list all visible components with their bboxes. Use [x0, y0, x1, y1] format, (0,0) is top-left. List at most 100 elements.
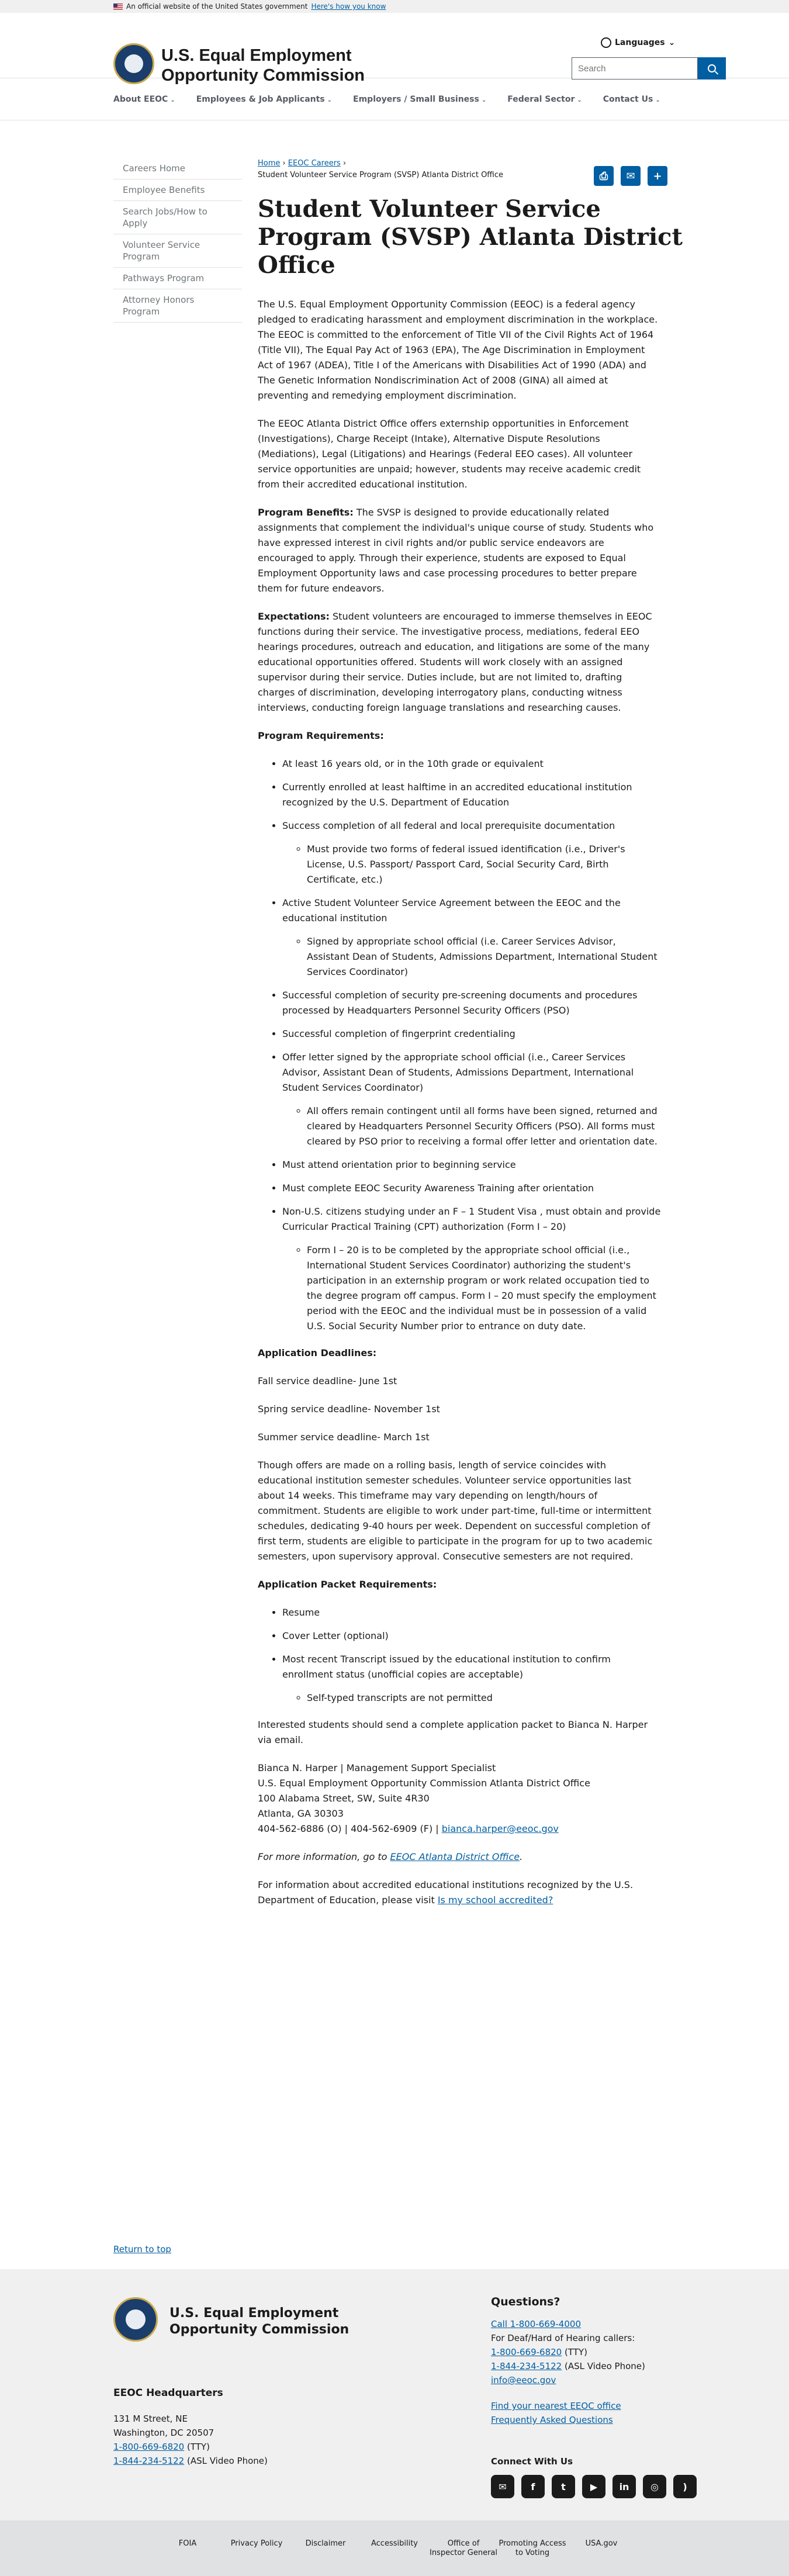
search-form	[572, 57, 726, 79]
eeoc-seal-icon[interactable]	[113, 43, 154, 84]
search-input[interactable]	[572, 57, 698, 79]
globe-icon	[601, 37, 611, 48]
info-email-link[interactable]: info@eeoc.gov	[491, 2375, 556, 2385]
main-nav: About EEOC ⌄ Employees & Job Applicants ⌄ …	[0, 78, 789, 120]
connect-with-us: Connect With Us ✉ f t ▶ in ◎ )	[491, 2456, 697, 2498]
breadcrumb: Home › EEOC Careers ›	[258, 159, 347, 168]
list-item: Must attend orientation prior to beginni…	[282, 1157, 661, 1173]
sidebar-item-attorney-honors[interactable]: Attorney Honors Program	[113, 289, 242, 323]
sub-list-item: Self-typed transcripts are not permitted	[307, 1690, 661, 1706]
accredited-paragraph: For information about accredited educati…	[258, 1879, 634, 1906]
footer-seal-icon[interactable]	[113, 2297, 158, 2342]
faq-link[interactable]: Frequently Asked Questions	[491, 2415, 613, 2425]
instagram-icon[interactable]: ◎	[643, 2475, 666, 2498]
asl-link[interactable]: 1-844-234-5122	[491, 2361, 562, 2371]
sidebar-item-pathways[interactable]: Pathways Program	[113, 268, 242, 289]
benefits-paragraph: Program Benefits: The SVSP is designed t…	[258, 507, 654, 594]
intro-paragraph-1: The U.S. Equal Employment Opportunity Co…	[258, 299, 658, 401]
disclaimer-link[interactable]: Disclaimer	[291, 2539, 360, 2576]
languages-label: Languages	[615, 38, 665, 47]
email-social-icon[interactable]: ✉	[491, 2475, 514, 2498]
list-item: Successful completion of security pre-sc…	[282, 988, 661, 1018]
requirements-list: At least 16 years old, or in the 10th gr…	[258, 756, 661, 1334]
expectations-paragraph: Expectations: Student volunteers are enc…	[258, 611, 652, 713]
deadlines-heading: Application Deadlines:	[258, 1347, 377, 1358]
requirements-heading: Program Requirements:	[258, 730, 384, 741]
nav-employers[interactable]: Employers / Small Business ⌄	[353, 95, 486, 104]
contact-block: Bianca N. Harper | Management Support Sp…	[258, 1762, 590, 1834]
more-info-paragraph: For more information, go to EEOC Atlanta…	[258, 1851, 523, 1862]
us-flag-icon	[113, 3, 123, 10]
rss-icon[interactable]: )	[673, 2475, 697, 2498]
privacy-link[interactable]: Privacy Policy	[222, 2539, 291, 2576]
list-item: At least 16 years old, or in the 10th gr…	[282, 756, 661, 772]
atlanta-office-link[interactable]: EEOC Atlanta District Office	[390, 1851, 520, 1862]
accessibility-link[interactable]: Accessibility	[360, 2539, 429, 2576]
sidebar-item-search-jobs[interactable]: Search Jobs/How to Apply	[113, 201, 242, 234]
footer-questions: Questions? Call 1-800-669-4000 For Deaf/…	[491, 2295, 645, 2425]
youtube-icon[interactable]: ▶	[582, 2475, 605, 2498]
gov-banner-link[interactable]: Here's how you know	[311, 2, 386, 11]
list-item: Success completion of all federal and lo…	[282, 818, 661, 887]
agency-name-line1: U.S. Equal Employment	[161, 46, 352, 65]
linkedin-icon[interactable]: in	[612, 2475, 636, 2498]
search-button[interactable]	[698, 57, 726, 79]
deadline-fall: Fall service deadline- June 1st	[258, 1375, 397, 1386]
footer-agency-name[interactable]: U.S. Equal Employment Opportunity Commiss…	[169, 2305, 349, 2338]
sidebar-item-employee-benefits[interactable]: Employee Benefits	[113, 179, 242, 201]
nav-contact[interactable]: Contact Us ⌄	[603, 95, 660, 104]
sub-list-item: Must provide two forms of federal issued…	[307, 842, 661, 887]
agency-name-line2: Opportunity Commission	[161, 66, 365, 85]
nav-federal[interactable]: Federal Sector ⌄	[507, 95, 582, 104]
sidebar-nav: Careers Home Employee Benefits Search Jo…	[113, 158, 242, 323]
agency-name[interactable]: U.S. Equal Employment Opportunity Commis…	[161, 46, 365, 85]
nav-about[interactable]: About EEOC ⌄	[113, 95, 175, 104]
list-item: Currently enrolled at least halftime in …	[282, 780, 661, 810]
return-to-top-link[interactable]: Return to top	[113, 2244, 171, 2255]
intro-paragraph-2: The EEOC Atlanta District Office offers …	[258, 418, 641, 490]
packet-list: Resume Cover Letter (optional) Most rece…	[258, 1605, 661, 1706]
list-item: Must complete EEOC Security Awareness Tr…	[282, 1181, 661, 1196]
usa-gov-link[interactable]: USA.gov	[567, 2539, 636, 2576]
send-paragraph: Interested students should send a comple…	[258, 1719, 648, 1745]
accredited-link[interactable]: Is my school accredited?	[438, 1894, 553, 1906]
hq-tty-link[interactable]: 1-800-669-6820	[113, 2442, 184, 2452]
breadcrumb-careers[interactable]: EEOC Careers	[288, 159, 341, 168]
packet-heading: Application Packet Requirements:	[258, 1579, 437, 1590]
bottom-links: FOIA Privacy Policy Disclaimer Accessibi…	[0, 2520, 789, 2576]
voting-link[interactable]: Promoting Access to Voting	[498, 2539, 567, 2576]
contact-email-link[interactable]: bianca.harper@eeoc.gov	[442, 1823, 559, 1834]
nav-employees[interactable]: Employees & Job Applicants ⌄	[196, 95, 332, 104]
inspector-general-link[interactable]: Office of Inspector General	[429, 2539, 498, 2576]
site-footer: U.S. Equal Employment Opportunity Commiss…	[0, 2269, 789, 2520]
gov-banner-text: An official website of the United States…	[126, 2, 308, 11]
breadcrumb-home[interactable]: Home	[258, 159, 280, 168]
list-item: Most recent Transcript issued by the edu…	[282, 1652, 661, 1706]
tty-link[interactable]: 1-800-669-6820	[491, 2347, 562, 2357]
deadline-summer: Summer service deadline- March 1st	[258, 1432, 430, 1443]
list-item: Active Student Volunteer Service Agreeme…	[282, 895, 661, 980]
sidebar-item-volunteer[interactable]: Volunteer Service Program	[113, 234, 242, 268]
deadline-spring: Spring service deadline- November 1st	[258, 1403, 440, 1415]
sub-list-item: All offers remain contingent until all f…	[307, 1104, 661, 1149]
sidebar-item-careers-home[interactable]: Careers Home	[113, 158, 242, 179]
find-office-link[interactable]: Find your nearest EEOC office	[491, 2401, 621, 2411]
hq-asl-link[interactable]: 1-844-234-5122	[113, 2456, 184, 2466]
sub-list-item: Form I – 20 is to be completed by the ap…	[307, 1243, 661, 1334]
sub-list-item: Signed by appropriate school official (i…	[307, 934, 661, 980]
foia-link[interactable]: FOIA	[153, 2539, 222, 2576]
rolling-paragraph: Though offers are made on a rolling basi…	[258, 1460, 653, 1562]
footer-headquarters: EEOC Headquarters 131 M Street, NE Washin…	[113, 2387, 268, 2466]
facebook-icon[interactable]: f	[521, 2475, 545, 2498]
chevron-down-icon: ⌄	[668, 38, 676, 47]
main-content: Home › EEOC Careers › Student Volunteer Se…	[258, 158, 683, 1921]
breadcrumb-current: Student Volunteer Service Program (SVSP)…	[258, 171, 504, 179]
list-item: Non-U.S. citizens studying under an F – …	[282, 1204, 661, 1334]
languages-button[interactable]: Languages ⌄	[601, 37, 675, 48]
twitter-icon[interactable]: t	[552, 2475, 575, 2498]
call-link[interactable]: Call 1-800-669-4000	[491, 2319, 581, 2329]
site-header: U.S. Equal Employment Opportunity Commis…	[0, 13, 789, 85]
gov-banner: An official website of the United States…	[0, 0, 789, 13]
search-icon	[708, 64, 716, 72]
list-item: Successful completion of fingerprint cre…	[282, 1026, 661, 1042]
